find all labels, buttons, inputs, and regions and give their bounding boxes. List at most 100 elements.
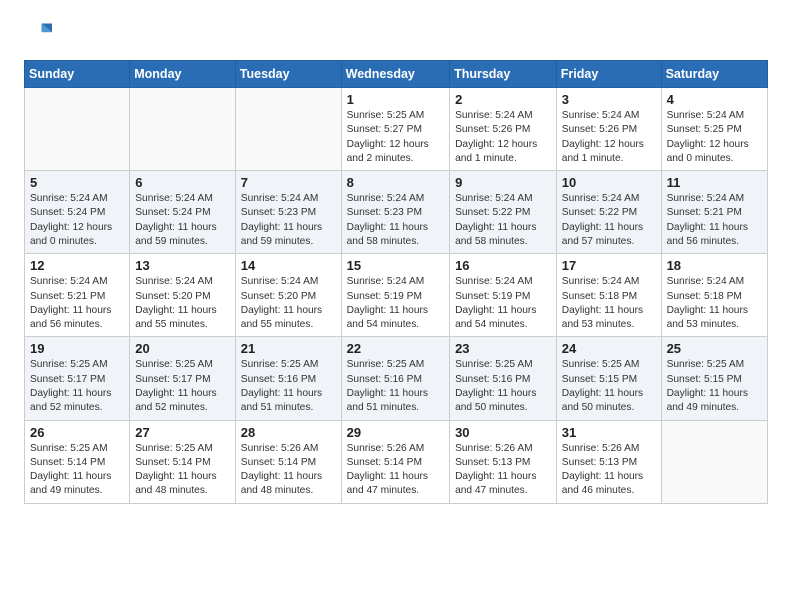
day-info: Sunrise: 5:24 AM Sunset: 5:23 PM Dayligh…	[241, 192, 336, 249]
day-info: Sunrise: 5:24 AM Sunset: 5:18 PM Dayligh…	[667, 275, 762, 332]
day-info: Sunrise: 5:25 AM Sunset: 5:17 PM Dayligh…	[135, 358, 230, 415]
calendar-cell: 30 Sunrise: 5:26 AM Sunset: 5:13 PM Dayli…	[450, 420, 557, 503]
day-number: 12	[30, 258, 124, 273]
page: SundayMondayTuesdayWednesdayThursdayFrid…	[0, 0, 792, 520]
calendar-cell: 5 Sunrise: 5:24 AM Sunset: 5:24 PM Daylig…	[25, 171, 130, 254]
calendar-header-thursday: Thursday	[450, 61, 557, 88]
day-number: 29	[347, 425, 444, 440]
day-number: 11	[667, 175, 762, 190]
calendar-cell: 27Sunrise: 5:25 AM Sunset: 5:14 PM Dayli…	[130, 420, 236, 503]
calendar-cell	[661, 420, 767, 503]
calendar-week-4: 26Sunrise: 5:25 AM Sunset: 5:14 PM Dayli…	[25, 420, 768, 503]
day-info: Sunrise: 5:24 AM Sunset: 5:22 PM Dayligh…	[455, 192, 551, 249]
day-number: 10	[562, 175, 656, 190]
day-info: Sunrise: 5:26 AM Sunset: 5:14 PM Dayligh…	[241, 442, 336, 499]
calendar: SundayMondayTuesdayWednesdayThursdayFrid…	[24, 60, 768, 504]
day-info: Sunrise: 5:26 AM Sunset: 5:13 PM Dayligh…	[562, 442, 656, 499]
calendar-cell: 14Sunrise: 5:24 AM Sunset: 5:20 PM Dayli…	[235, 254, 341, 337]
calendar-header-wednesday: Wednesday	[341, 61, 449, 88]
calendar-cell: 12Sunrise: 5:24 AM Sunset: 5:21 PM Dayli…	[25, 254, 130, 337]
day-number: 1	[347, 92, 444, 107]
calendar-cell: 15 Sunrise: 5:24 AM Sunset: 5:19 PM Dayli…	[341, 254, 449, 337]
day-number: 13	[135, 258, 230, 273]
day-number: 31	[562, 425, 656, 440]
day-number: 28	[241, 425, 336, 440]
logo-icon	[24, 20, 52, 48]
calendar-cell: 7 Sunrise: 5:24 AM Sunset: 5:23 PM Daylig…	[235, 171, 341, 254]
day-info: Sunrise: 5:24 AM Sunset: 5:18 PM Dayligh…	[562, 275, 656, 332]
calendar-cell	[130, 88, 236, 171]
calendar-cell: 11 Sunrise: 5:24 AM Sunset: 5:21 PM Dayli…	[661, 171, 767, 254]
day-number: 16	[455, 258, 551, 273]
calendar-week-0: 1 Sunrise: 5:25 AM Sunset: 5:27 PM Daylig…	[25, 88, 768, 171]
calendar-week-2: 12Sunrise: 5:24 AM Sunset: 5:21 PM Dayli…	[25, 254, 768, 337]
day-number: 6	[135, 175, 230, 190]
day-number: 22	[347, 341, 444, 356]
calendar-cell: 13 Sunrise: 5:24 AM Sunset: 5:20 PM Dayli…	[130, 254, 236, 337]
calendar-cell: 16Sunrise: 5:24 AM Sunset: 5:19 PM Dayli…	[450, 254, 557, 337]
calendar-cell: 6 Sunrise: 5:24 AM Sunset: 5:24 PM Daylig…	[130, 171, 236, 254]
logo	[24, 20, 56, 48]
day-number: 20	[135, 341, 230, 356]
calendar-cell: 8 Sunrise: 5:24 AM Sunset: 5:23 PM Daylig…	[341, 171, 449, 254]
day-info: Sunrise: 5:24 AM Sunset: 5:26 PM Dayligh…	[455, 109, 551, 166]
day-number: 23	[455, 341, 551, 356]
day-info: Sunrise: 5:25 AM Sunset: 5:27 PM Dayligh…	[347, 109, 444, 166]
day-info: Sunrise: 5:24 AM Sunset: 5:20 PM Dayligh…	[135, 275, 230, 332]
day-number: 25	[667, 341, 762, 356]
calendar-cell: 29 Sunrise: 5:26 AM Sunset: 5:14 PM Dayli…	[341, 420, 449, 503]
calendar-cell: 24 Sunrise: 5:25 AM Sunset: 5:15 PM Dayli…	[556, 337, 661, 420]
day-info: Sunrise: 5:24 AM Sunset: 5:26 PM Dayligh…	[562, 109, 656, 166]
day-number: 4	[667, 92, 762, 107]
calendar-cell: 28 Sunrise: 5:26 AM Sunset: 5:14 PM Dayli…	[235, 420, 341, 503]
day-info: Sunrise: 5:26 AM Sunset: 5:13 PM Dayligh…	[455, 442, 551, 499]
header	[24, 20, 768, 48]
day-info: Sunrise: 5:24 AM Sunset: 5:19 PM Dayligh…	[347, 275, 444, 332]
day-info: Sunrise: 5:26 AM Sunset: 5:14 PM Dayligh…	[347, 442, 444, 499]
day-number: 18	[667, 258, 762, 273]
calendar-header-tuesday: Tuesday	[235, 61, 341, 88]
calendar-cell: 9Sunrise: 5:24 AM Sunset: 5:22 PM Daylig…	[450, 171, 557, 254]
day-number: 30	[455, 425, 551, 440]
day-number: 17	[562, 258, 656, 273]
day-info: Sunrise: 5:24 AM Sunset: 5:24 PM Dayligh…	[30, 192, 124, 249]
day-number: 8	[347, 175, 444, 190]
calendar-cell: 10 Sunrise: 5:24 AM Sunset: 5:22 PM Dayli…	[556, 171, 661, 254]
day-info: Sunrise: 5:25 AM Sunset: 5:14 PM Dayligh…	[30, 442, 124, 499]
day-number: 5	[30, 175, 124, 190]
day-info: Sunrise: 5:24 AM Sunset: 5:21 PM Dayligh…	[667, 192, 762, 249]
day-info: Sunrise: 5:25 AM Sunset: 5:17 PM Dayligh…	[30, 358, 124, 415]
calendar-cell: 17 Sunrise: 5:24 AM Sunset: 5:18 PM Dayli…	[556, 254, 661, 337]
day-info: Sunrise: 5:24 AM Sunset: 5:22 PM Dayligh…	[562, 192, 656, 249]
calendar-cell: 22 Sunrise: 5:25 AM Sunset: 5:16 PM Dayli…	[341, 337, 449, 420]
day-number: 3	[562, 92, 656, 107]
day-number: 7	[241, 175, 336, 190]
calendar-cell: 21Sunrise: 5:25 AM Sunset: 5:16 PM Dayli…	[235, 337, 341, 420]
calendar-cell: 1 Sunrise: 5:25 AM Sunset: 5:27 PM Daylig…	[341, 88, 449, 171]
calendar-header-saturday: Saturday	[661, 61, 767, 88]
calendar-cell	[235, 88, 341, 171]
calendar-cell: 31 Sunrise: 5:26 AM Sunset: 5:13 PM Dayli…	[556, 420, 661, 503]
calendar-cell: 2Sunrise: 5:24 AM Sunset: 5:26 PM Daylig…	[450, 88, 557, 171]
day-number: 24	[562, 341, 656, 356]
day-info: Sunrise: 5:25 AM Sunset: 5:15 PM Dayligh…	[562, 358, 656, 415]
day-info: Sunrise: 5:24 AM Sunset: 5:20 PM Dayligh…	[241, 275, 336, 332]
day-info: Sunrise: 5:24 AM Sunset: 5:25 PM Dayligh…	[667, 109, 762, 166]
day-number: 15	[347, 258, 444, 273]
calendar-cell: 4 Sunrise: 5:24 AM Sunset: 5:25 PM Daylig…	[661, 88, 767, 171]
day-info: Sunrise: 5:25 AM Sunset: 5:16 PM Dayligh…	[347, 358, 444, 415]
calendar-header-monday: Monday	[130, 61, 236, 88]
day-info: Sunrise: 5:24 AM Sunset: 5:24 PM Dayligh…	[135, 192, 230, 249]
calendar-header-friday: Friday	[556, 61, 661, 88]
day-info: Sunrise: 5:25 AM Sunset: 5:14 PM Dayligh…	[135, 442, 230, 499]
calendar-cell	[25, 88, 130, 171]
day-info: Sunrise: 5:24 AM Sunset: 5:23 PM Dayligh…	[347, 192, 444, 249]
day-info: Sunrise: 5:25 AM Sunset: 5:16 PM Dayligh…	[455, 358, 551, 415]
calendar-cell: 26Sunrise: 5:25 AM Sunset: 5:14 PM Dayli…	[25, 420, 130, 503]
calendar-header-sunday: Sunday	[25, 61, 130, 88]
calendar-week-3: 19Sunrise: 5:25 AM Sunset: 5:17 PM Dayli…	[25, 337, 768, 420]
calendar-cell: 25 Sunrise: 5:25 AM Sunset: 5:15 PM Dayli…	[661, 337, 767, 420]
day-info: Sunrise: 5:25 AM Sunset: 5:15 PM Dayligh…	[667, 358, 762, 415]
calendar-cell: 23 Sunrise: 5:25 AM Sunset: 5:16 PM Dayli…	[450, 337, 557, 420]
calendar-cell: 3 Sunrise: 5:24 AM Sunset: 5:26 PM Daylig…	[556, 88, 661, 171]
